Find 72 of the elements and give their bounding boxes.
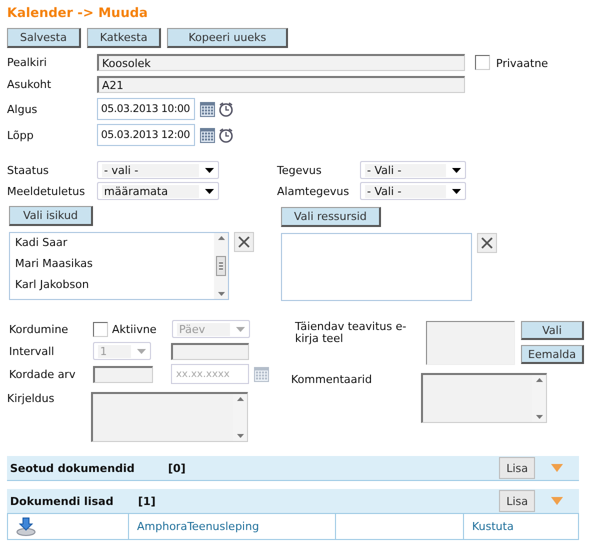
download-icon[interactable] [16,516,36,536]
add-button[interactable]: Lisa [499,490,535,512]
email-field[interactable] [426,321,515,365]
section-count: [1] [138,494,157,508]
field-label: Pealkiri [7,56,48,69]
description-field[interactable] [91,392,248,442]
calendar-icon[interactable] [200,102,215,116]
comments-field[interactable] [421,373,547,423]
field-label: Tegevus [277,164,323,176]
dropdown-arrow-icon [452,188,461,194]
clock-icon[interactable] [218,101,234,117]
dropdown-arrow-icon [452,168,461,172]
scroll-down-icon[interactable] [236,434,244,438]
field-label: Alamtegevus [277,184,350,198]
field-label: Staatus [7,164,50,176]
checkbox-label: Privaatne [496,57,548,70]
dropdown[interactable]: - vali - [97,161,219,179]
text-field[interactable] [171,342,249,360]
field-label: Asukoht [7,78,52,91]
toolbar-button[interactable]: Katkesta [86,28,162,48]
scroll-up-icon[interactable] [236,397,244,401]
toolbar-button[interactable]: Salvesta [7,28,81,48]
location-field[interactable]: A21 [97,76,465,93]
dropdown-arrow-icon [137,348,146,354]
list-item[interactable]: Karl Jakobson [15,278,209,293]
clock-icon[interactable] [218,127,234,143]
field-label: Kordumine [8,322,70,336]
scroll-up-icon[interactable] [218,236,224,240]
checkbox-label: Aktiivne [112,322,158,336]
notify-button[interactable]: Vali [521,321,584,340]
scroll-up-icon[interactable] [536,378,542,382]
scroll-down-icon[interactable] [218,292,224,296]
field-label: Intervall [8,344,56,358]
scrollbar[interactable] [214,233,228,299]
select-resources-button[interactable]: Vali ressursid [281,207,381,227]
list-item[interactable]: Kadi Saar [15,236,209,251]
add-button[interactable]: Lisa [499,457,535,479]
section-count: [0] [168,462,187,474]
page-title: Kalender -> Muuda [7,4,149,22]
count-field[interactable] [93,366,153,382]
remove-button[interactable] [234,232,254,252]
remove-button[interactable] [477,233,497,253]
field-label: Kordade arv [8,368,76,380]
private-checkbox[interactable] [475,55,490,70]
dropdown[interactable]: määramata [97,182,219,200]
field-label: Täiendav teavitus e-kirja teel [295,321,408,345]
field-label: Lõpp [7,128,35,142]
calendar-icon[interactable] [200,128,215,142]
list-item[interactable]: Mari Maasikas [15,257,209,272]
datetime-field[interactable]: 05.03.2013 10:00 [97,98,195,120]
dropdown-arrow-icon [236,326,245,332]
persons-list[interactable]: Kadi Saar Mari Maasikas Karl Jakobson [9,232,229,300]
dropdown[interactable]: - Vali - [360,161,466,179]
dropdown[interactable]: - Vali - [360,182,466,200]
section-title: Dokumendi lisad [10,494,114,508]
field-label: Kommentaarid [291,373,373,386]
datetime-field[interactable]: 05.03.2013 12:00 [97,124,195,146]
field-label: Algus [7,102,38,116]
active-checkbox[interactable] [93,322,108,336]
notify-button[interactable]: Eemalda [521,345,584,364]
scroll-thumb[interactable] [216,256,226,276]
field-label: Meeldetuletus [7,184,86,198]
field-label: Kirjeldus [7,392,56,405]
toolbar-button[interactable]: Kopeeri uueks [167,28,288,48]
dropdown-arrow-icon [205,168,214,172]
dropdown-arrow-icon [205,188,214,194]
section-title: Seotud dokumendid [10,462,136,474]
scroll-down-icon[interactable] [536,415,542,419]
subject-field[interactable]: Koosolek [97,54,465,71]
file-link[interactable]: AmphoraTeenusleping [137,520,260,533]
select-persons-button[interactable]: Vali isikud [9,206,93,226]
delete-link[interactable]: Kustuta [472,520,514,533]
